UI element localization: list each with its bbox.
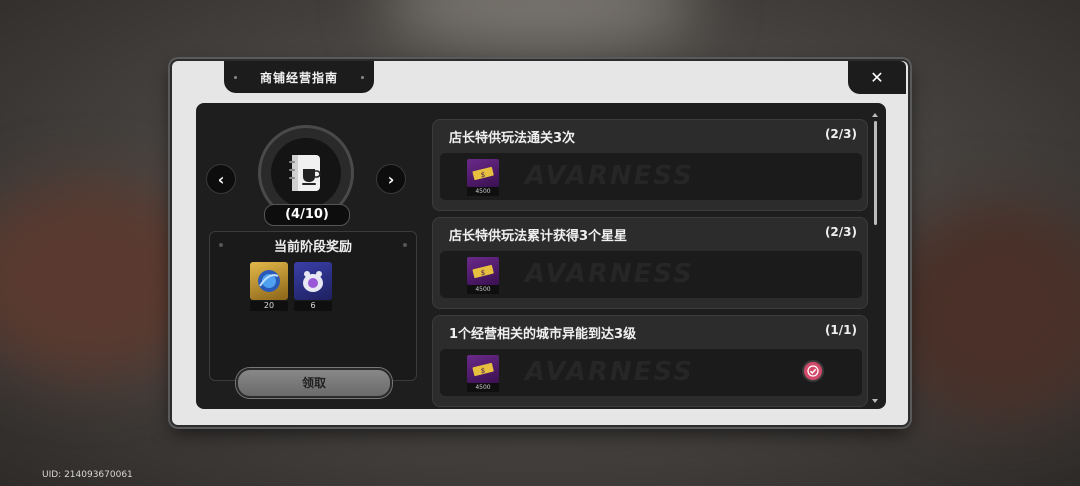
task-progress: (2/3) <box>824 225 857 239</box>
decor-dot <box>361 76 364 79</box>
claim-button[interactable]: 领取 <box>236 368 392 398</box>
task-reward-track: AVARNESS $ 4500 <box>440 349 862 396</box>
purple-creature-icon <box>294 262 332 300</box>
reward-items: 20 6 <box>250 262 332 311</box>
stage-counter: (4/10) <box>264 204 350 226</box>
close-icon: ✕ <box>870 68 884 87</box>
task-name: 店长特供玩法通关3次 <box>449 131 576 146</box>
background-blur <box>880 200 1080 420</box>
task-name: 1个经营相关的城市异能到达3级 <box>449 327 637 342</box>
reward-item[interactable]: 6 <box>294 262 332 311</box>
svg-text:$: $ <box>481 171 485 179</box>
uid-label: UID: 214093670061 <box>42 470 133 480</box>
watermark-text: AVARNESS <box>525 357 694 387</box>
reward-item[interactable]: 20 <box>250 262 288 311</box>
ticket-icon: $ <box>467 355 499 383</box>
reward-count: 20 <box>250 301 288 311</box>
scroll-thumb[interactable] <box>874 121 877 225</box>
task-progress: (1/1) <box>824 323 857 337</box>
task-name: 店长特供玩法累计获得3个星星 <box>449 229 628 244</box>
task-reward-track: AVARNESS $ 4500 <box>440 251 862 298</box>
task-progress: (2/3) <box>824 127 857 141</box>
ticket-reward[interactable]: $ 4500 <box>467 159 499 196</box>
task-reward-track: AVARNESS $ 4500 <box>440 153 862 200</box>
ticket-amount: 4500 <box>467 383 499 392</box>
scroll-down-arrow-icon <box>872 399 878 403</box>
watermark-text: AVARNESS <box>525 161 694 191</box>
stage-reward-box: 当前阶段奖励 20 6 <box>209 231 417 381</box>
ticket-amount: 4500 <box>467 285 499 294</box>
ticket-reward[interactable]: $ 4500 <box>467 355 499 392</box>
title-tab: 商铺经营指南 <box>224 61 374 93</box>
task-list[interactable]: 店长特供玩法通关3次 (2/3) AVARNESS $ 4500 店长特供玩法累… <box>432 119 868 409</box>
ticket-amount: 4500 <box>467 187 499 196</box>
task-card: 店长特供玩法通关3次 (2/3) AVARNESS $ 4500 <box>432 119 868 211</box>
next-stage-button[interactable]: › <box>376 164 406 194</box>
stage-column: ‹ › (4/10) 当前阶段奖励 20 6 领取 <box>196 103 426 409</box>
task-list-scrollbar[interactable] <box>872 113 878 403</box>
reward-count: 6 <box>294 301 332 311</box>
close-button[interactable]: ✕ <box>848 61 906 94</box>
content-area: ‹ › (4/10) 当前阶段奖励 20 6 领取 店长特供玩法通关3次 (2/… <box>196 103 886 409</box>
ticket-icon: $ <box>467 159 499 187</box>
panel-title: 商铺经营指南 <box>259 70 338 85</box>
chevron-right-icon: › <box>387 169 395 189</box>
completed-check-icon <box>802 360 824 382</box>
svg-text:$: $ <box>481 269 485 277</box>
blue-orb-icon <box>250 262 288 300</box>
reward-title: 当前阶段奖励 <box>273 240 352 255</box>
notebook-coffee-icon <box>289 155 321 191</box>
task-card: 店长特供玩法累计获得3个星星 (2/3) AVARNESS $ 4500 <box>432 217 868 309</box>
task-card: 1个经营相关的城市异能到达3级 (1/1) AVARNESS $ 4500 <box>432 315 868 407</box>
scroll-up-arrow-icon <box>872 113 878 117</box>
chevron-left-icon: ‹ <box>217 169 225 189</box>
svg-text:$: $ <box>481 367 485 375</box>
watermark-text: AVARNESS <box>525 259 694 289</box>
prev-stage-button[interactable]: ‹ <box>206 164 236 194</box>
ticket-icon: $ <box>467 257 499 285</box>
decor-dot <box>234 76 237 79</box>
guide-panel: 商铺经营指南 ✕ ‹ › (4/10) 当前阶段奖励 20 6 领取 店长特供玩… <box>172 61 908 425</box>
background-blur <box>380 0 700 50</box>
ticket-reward[interactable]: $ 4500 <box>467 257 499 294</box>
